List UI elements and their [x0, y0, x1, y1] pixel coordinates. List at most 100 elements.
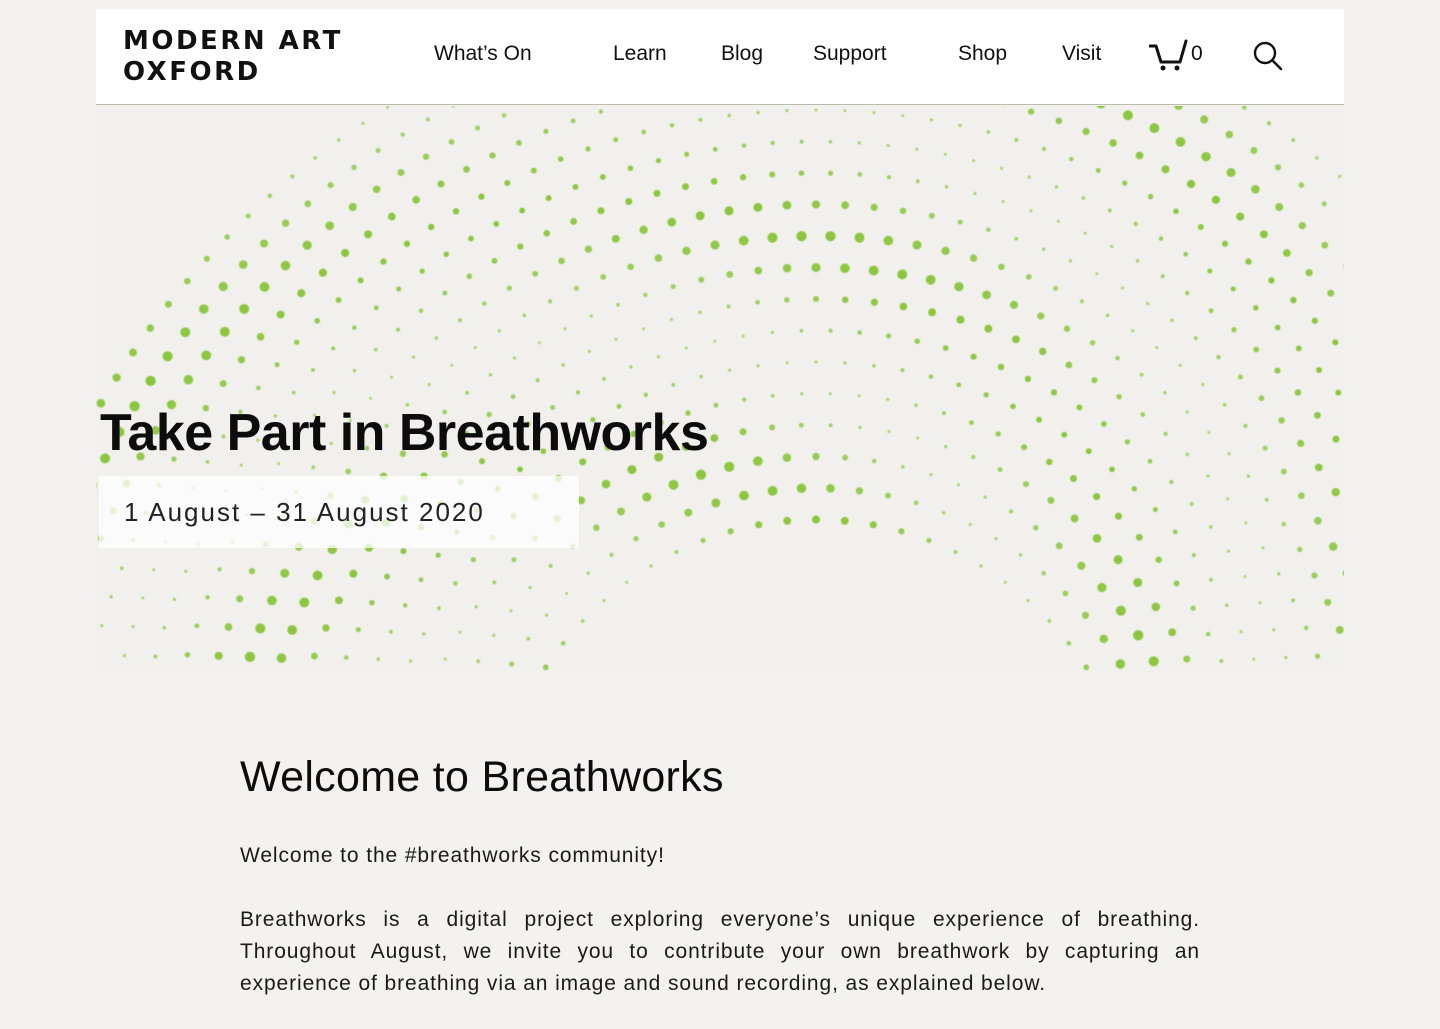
hero-dot [239, 463, 243, 467]
cart-button[interactable]: 0 [1149, 39, 1203, 71]
hero-dot [828, 328, 833, 333]
hero-dot [1076, 404, 1083, 411]
hero-dot [332, 390, 336, 395]
hero-dot [412, 196, 420, 204]
hero-dot [112, 373, 121, 382]
hero-dot [883, 235, 894, 246]
hero-dot [611, 234, 620, 243]
hero-dot [194, 623, 200, 629]
nav-visit[interactable]: Visit [1062, 41, 1101, 67]
hero-dot [517, 243, 524, 250]
hero-dot [369, 599, 375, 606]
hero-dot [443, 657, 447, 661]
hero-dot [427, 223, 435, 231]
nav-whats-on[interactable]: What’s On [434, 41, 532, 67]
hero-dot [1116, 393, 1122, 400]
hero-dot [1280, 468, 1287, 475]
hero-dot [1069, 156, 1074, 162]
hero-dot [395, 327, 401, 332]
hero-dot [299, 597, 310, 608]
hero-dot [313, 156, 318, 160]
hero-dot [739, 490, 749, 501]
hero-dot [537, 341, 541, 345]
hero-dot [504, 179, 511, 187]
hero-banner: Take Part in Breathworks 1 August – 31 A… [96, 106, 1344, 672]
hero-dot [183, 374, 194, 385]
hero-dot [858, 425, 862, 430]
hero-dot [389, 629, 393, 634]
hero-dot [280, 568, 290, 578]
hero-dot [584, 245, 593, 253]
search-button[interactable] [1253, 41, 1283, 76]
hero-dot [1066, 640, 1072, 646]
hero-dot [565, 591, 569, 595]
hero-dot [1230, 286, 1236, 292]
hero-dot [129, 348, 137, 357]
hero-dot [929, 473, 933, 477]
hero-dot [1209, 577, 1213, 582]
hero-dot [1342, 570, 1344, 577]
hero-dot [528, 585, 532, 590]
hero-dot [1303, 625, 1309, 631]
hero-dot [767, 485, 778, 496]
hero-dot [1131, 486, 1138, 492]
hero-dot [916, 436, 920, 440]
hero-dot [753, 202, 763, 212]
hero-dot [843, 361, 847, 365]
hero-dot [1253, 305, 1259, 311]
hero-dot [239, 303, 250, 314]
hero-dot [511, 557, 517, 563]
hero-dot [491, 257, 498, 264]
hero-dot [587, 349, 591, 354]
hero-dot [770, 330, 775, 335]
site-logo[interactable]: MODERN ART OXFORD [123, 26, 343, 88]
hero-dot [1189, 501, 1194, 506]
hero-dot [727, 113, 732, 118]
hero-dot [1039, 347, 1047, 356]
nav-blog[interactable]: Blog [721, 41, 763, 67]
hero-dot [522, 313, 527, 318]
hero-dot [1089, 339, 1096, 346]
hero-dot [109, 595, 113, 599]
hero-dot [1316, 367, 1322, 373]
hero-dot [1068, 259, 1073, 263]
hero-dot [872, 111, 876, 114]
hero-dot [146, 324, 155, 332]
hero-dot [1092, 533, 1102, 543]
hero-dot [331, 346, 336, 351]
hero-dot [466, 273, 473, 280]
hero-dot [799, 392, 804, 396]
hero-dot [785, 361, 789, 365]
hero-dot [913, 500, 919, 506]
hero-dot [96, 483, 97, 488]
hero-dot [580, 619, 585, 623]
hero-dot [544, 613, 549, 617]
hero-dot [373, 347, 378, 352]
hero-dot [397, 169, 405, 176]
nav-learn[interactable]: Learn [613, 41, 667, 67]
hero-dot [958, 123, 962, 127]
hero-dot [1297, 439, 1305, 447]
hero-dot [769, 171, 776, 178]
hero-dot [1152, 507, 1158, 513]
hero-dot [1147, 193, 1154, 200]
hero-dot [840, 263, 850, 274]
hero-dot [986, 130, 991, 134]
cart-icon [1149, 39, 1188, 71]
hero-dot [1047, 496, 1055, 504]
hero-dot [361, 121, 365, 125]
hero-dot [419, 268, 425, 274]
hero-dot [217, 567, 222, 572]
hero-dot [310, 652, 318, 660]
hero-dot [643, 292, 648, 298]
hero-dot [914, 403, 918, 408]
nav-shop[interactable]: Shop [958, 41, 1007, 67]
hero-dot [1114, 512, 1123, 520]
hero-dot [451, 106, 456, 108]
hero-dot [684, 346, 688, 350]
hero-dot [739, 428, 747, 436]
hero-dot [1266, 121, 1272, 126]
nav-support[interactable]: Support [813, 41, 887, 67]
hero-dot [755, 299, 760, 305]
hero-dot [1124, 439, 1131, 445]
